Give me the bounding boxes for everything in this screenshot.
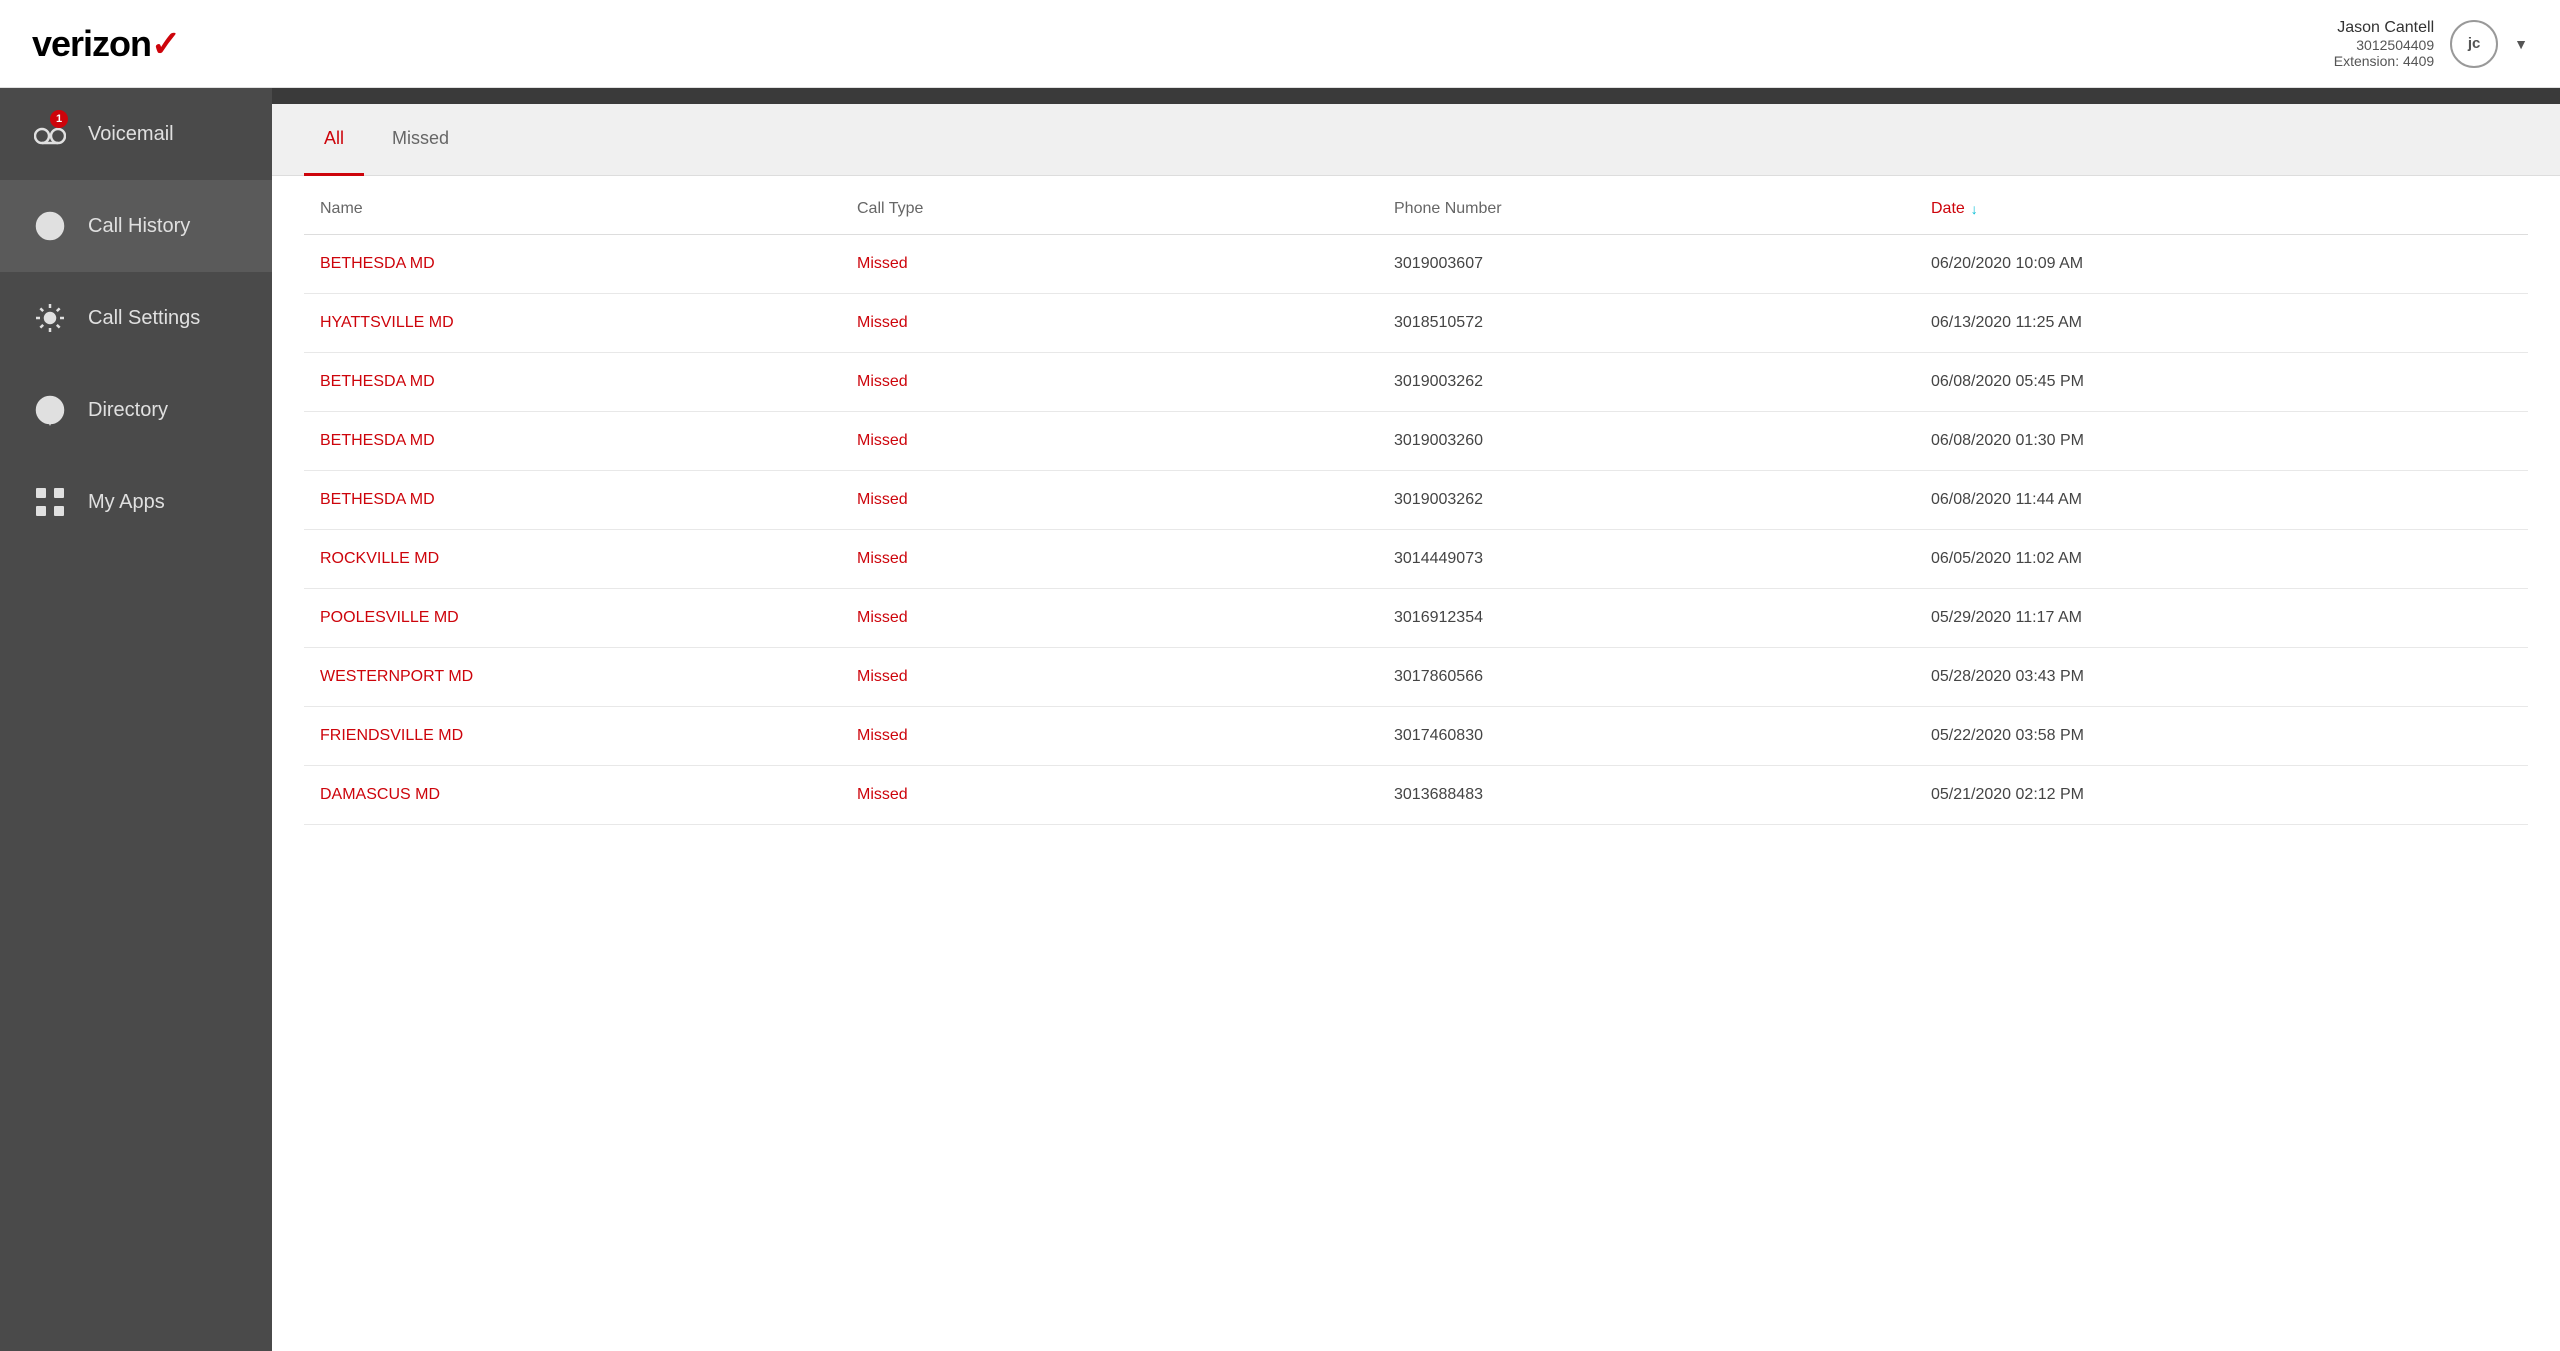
table-row: DAMASCUS MD Missed 3013688483 05/21/2020… (304, 766, 2528, 825)
table-row: BETHESDA MD Missed 3019003262 06/08/2020… (304, 471, 2528, 530)
cell-name[interactable]: BETHESDA MD (320, 432, 857, 450)
cell-phone: 3018510572 (1394, 314, 1931, 332)
cell-phone: 3017860566 (1394, 668, 1931, 686)
header-spacer (2468, 200, 2528, 218)
sidebar-item-call-history[interactable]: Call History (0, 180, 272, 272)
my-apps-label: My Apps (88, 491, 165, 514)
cell-phone: 3019003262 (1394, 491, 1931, 509)
tabs-bar: All Missed (272, 104, 2560, 176)
cell-name[interactable]: BETHESDA MD (320, 491, 857, 509)
sidebar-item-directory[interactable]: Directory (0, 364, 272, 456)
app-header: verizon✓ Jason Cantell 3012504409 Extens… (0, 0, 2560, 88)
user-dropdown-arrow[interactable]: ▼ (2514, 36, 2528, 52)
table-header-row: Name Call Type Phone Number Date ↓ (304, 176, 2528, 235)
cell-call-type: Missed (857, 609, 1394, 627)
call-history-label: Call History (88, 215, 190, 238)
cell-phone: 3017460830 (1394, 727, 1931, 745)
cell-phone: 3013688483 (1394, 786, 1931, 804)
tab-missed[interactable]: Missed (372, 104, 469, 176)
cell-name[interactable]: POOLESVILLE MD (320, 609, 857, 627)
cell-date: 06/08/2020 01:30 PM (1931, 432, 2468, 450)
sidebar: Voicemail 1 Call History Call Settings (0, 88, 272, 1351)
user-details: Jason Cantell 3012504409 Extension: 4409 (2334, 19, 2434, 69)
cell-date: 06/08/2020 05:45 PM (1931, 373, 2468, 391)
sidebar-item-voicemail[interactable]: Voicemail 1 (0, 88, 272, 180)
cell-date: 05/21/2020 02:12 PM (1931, 786, 2468, 804)
table-row: BETHESDA MD Missed 3019003260 06/08/2020… (304, 412, 2528, 471)
cell-name[interactable]: FRIENDSVILLE MD (320, 727, 857, 745)
header-call-type: Call Type (857, 200, 1394, 218)
cell-name[interactable]: BETHESDA MD (320, 255, 857, 273)
main-layout: Voicemail 1 Call History Call Settings (0, 88, 2560, 1351)
table-row: BETHESDA MD Missed 3019003262 06/08/2020… (304, 353, 2528, 412)
cell-date: 06/20/2020 10:09 AM (1931, 255, 2468, 273)
cell-name[interactable]: HYATTSVILLE MD (320, 314, 857, 332)
avatar[interactable]: jc (2450, 20, 2498, 68)
voicemail-label: Voicemail (88, 123, 174, 146)
header-phone-number: Phone Number (1394, 200, 1931, 218)
cell-name[interactable]: WESTERNPORT MD (320, 668, 857, 686)
header-name: Name (320, 200, 857, 218)
my-apps-icon (32, 484, 68, 520)
cell-name[interactable]: DAMASCUS MD (320, 786, 857, 804)
table-row: FRIENDSVILLE MD Missed 3017460830 05/22/… (304, 707, 2528, 766)
dark-bar (272, 88, 2560, 104)
table-row: BETHESDA MD Missed 3019003607 06/20/2020… (304, 235, 2528, 294)
cell-call-type: Missed (857, 550, 1394, 568)
call-history-table: Name Call Type Phone Number Date ↓ BETHE… (272, 176, 2560, 1351)
cell-phone: 3019003262 (1394, 373, 1931, 391)
call-settings-label: Call Settings (88, 307, 200, 330)
cell-date: 05/22/2020 03:58 PM (1931, 727, 2468, 745)
cell-phone: 3014449073 (1394, 550, 1931, 568)
user-phone: 3012504409 (2334, 37, 2434, 53)
cell-phone: 3019003260 (1394, 432, 1931, 450)
table-body: BETHESDA MD Missed 3019003607 06/20/2020… (304, 235, 2528, 825)
cell-name[interactable]: BETHESDA MD (320, 373, 857, 391)
voicemail-badge: 1 (50, 110, 68, 128)
cell-date: 06/13/2020 11:25 AM (1931, 314, 2468, 332)
cell-call-type: Missed (857, 432, 1394, 450)
cell-call-type: Missed (857, 373, 1394, 391)
user-name: Jason Cantell (2334, 19, 2434, 37)
tab-all[interactable]: All (304, 104, 364, 176)
cell-call-type: Missed (857, 255, 1394, 273)
table-row: ROCKVILLE MD Missed 3014449073 06/05/202… (304, 530, 2528, 589)
cell-call-type: Missed (857, 786, 1394, 804)
cell-phone: 3016912354 (1394, 609, 1931, 627)
user-extension: Extension: 4409 (2334, 53, 2434, 69)
table-row: POOLESVILLE MD Missed 3016912354 05/29/2… (304, 589, 2528, 648)
logo-text: verizon (32, 23, 151, 65)
directory-icon (32, 392, 68, 428)
cell-date: 05/28/2020 03:43 PM (1931, 668, 2468, 686)
logo-check: ✓ (151, 23, 181, 65)
cell-date: 06/08/2020 11:44 AM (1931, 491, 2468, 509)
cell-call-type: Missed (857, 727, 1394, 745)
sidebar-item-call-settings[interactable]: Call Settings (0, 272, 272, 364)
call-settings-icon (32, 300, 68, 336)
cell-date: 05/29/2020 11:17 AM (1931, 609, 2468, 627)
cell-call-type: Missed (857, 314, 1394, 332)
content-area: All Missed Name Call Type Phone Number D… (272, 88, 2560, 1351)
directory-label: Directory (88, 399, 168, 422)
cell-call-type: Missed (857, 668, 1394, 686)
sort-arrow-icon: ↓ (1971, 201, 1978, 217)
sidebar-item-my-apps[interactable]: My Apps (0, 456, 272, 548)
cell-date: 06/05/2020 11:02 AM (1931, 550, 2468, 568)
table-row: WESTERNPORT MD Missed 3017860566 05/28/2… (304, 648, 2528, 707)
cell-call-type: Missed (857, 491, 1394, 509)
cell-name[interactable]: ROCKVILLE MD (320, 550, 857, 568)
verizon-logo: verizon✓ (32, 23, 181, 65)
cell-phone: 3019003607 (1394, 255, 1931, 273)
call-history-icon (32, 208, 68, 244)
header-date[interactable]: Date ↓ (1931, 200, 2468, 218)
main-content: All Missed Name Call Type Phone Number D… (272, 104, 2560, 1351)
table-row: HYATTSVILLE MD Missed 3018510572 06/13/2… (304, 294, 2528, 353)
user-info: Jason Cantell 3012504409 Extension: 4409… (2334, 19, 2528, 69)
